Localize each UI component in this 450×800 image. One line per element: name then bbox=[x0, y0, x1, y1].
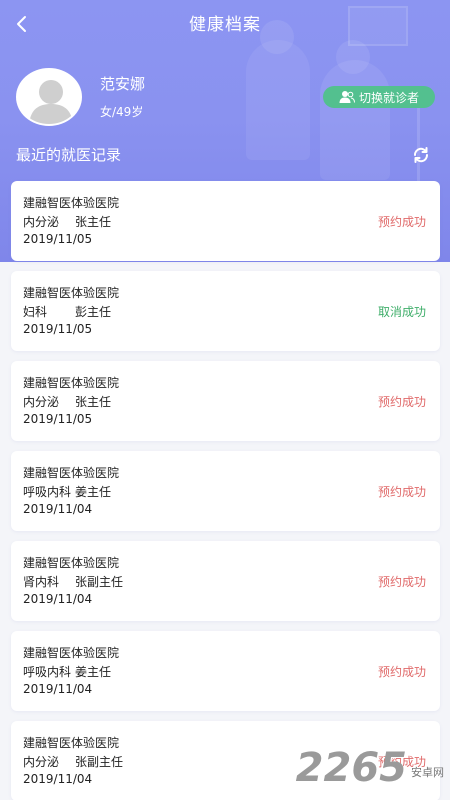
watermark-number: 2265 bbox=[295, 745, 407, 791]
refresh-icon bbox=[413, 147, 429, 163]
visit-date: 2019/11/05 bbox=[23, 412, 93, 426]
hospital-name: 建融智医体验医院 bbox=[23, 556, 120, 570]
visit-date: 2019/11/05 bbox=[23, 232, 93, 246]
department: 内分泌 bbox=[23, 215, 60, 229]
record-card[interactable]: 建融智医体验医院 呼吸内科 姜主任 2019/11/04 预约成功 bbox=[11, 631, 440, 711]
status-label: 预约成功 bbox=[377, 215, 426, 229]
hospital-name: 建融智医体验医院 bbox=[23, 376, 120, 390]
department: 呼吸内科 bbox=[23, 665, 72, 679]
status-label: 取消成功 bbox=[377, 305, 426, 319]
section-title: 最近的就医记录 bbox=[16, 146, 122, 164]
visit-date: 2019/11/04 bbox=[23, 502, 93, 516]
switch-patient-label: 切换就诊者 bbox=[358, 90, 419, 105]
decorative-figure bbox=[246, 40, 310, 160]
doctor-name: 张主任 bbox=[75, 395, 112, 409]
status-label: 预约成功 bbox=[377, 395, 426, 409]
hospital-name: 建融智医体验医院 bbox=[23, 466, 120, 480]
department: 呼吸内科 bbox=[23, 485, 72, 499]
doctor-name: 姜主任 bbox=[75, 485, 112, 499]
record-card[interactable]: 建融智医体验医院 呼吸内科 姜主任 2019/11/04 预约成功 bbox=[11, 451, 440, 531]
visit-date: 2019/11/05 bbox=[23, 322, 93, 336]
record-card[interactable]: 建融智医体验医院 妇科 彭主任 2019/11/05 取消成功 bbox=[11, 271, 440, 351]
hospital-name: 建融智医体验医院 bbox=[23, 646, 120, 660]
department: 内分泌 bbox=[23, 395, 60, 409]
avatar bbox=[16, 68, 82, 126]
department: 肾内科 bbox=[23, 575, 60, 589]
hospital-name: 建融智医体验医院 bbox=[23, 736, 120, 750]
decorative-figure bbox=[320, 60, 390, 180]
doctor-name: 姜主任 bbox=[75, 665, 112, 679]
user-name: 范安娜 bbox=[100, 75, 146, 93]
doctor-name: 张副主任 bbox=[75, 755, 124, 769]
watermark-text: 安卓网 bbox=[411, 766, 444, 779]
visit-date: 2019/11/04 bbox=[23, 592, 93, 606]
doctor-name: 张主任 bbox=[75, 215, 112, 229]
doctor-name: 彭主任 bbox=[75, 305, 112, 319]
visit-date: 2019/11/04 bbox=[23, 772, 93, 786]
hospital-name: 建融智医体验医院 bbox=[23, 286, 120, 300]
status-label: 预约成功 bbox=[377, 665, 426, 679]
doctor-name: 张副主任 bbox=[75, 575, 124, 589]
refresh-button[interactable] bbox=[410, 144, 432, 166]
record-card[interactable]: 建融智医体验医院 内分泌 张主任 2019/11/05 预约成功 bbox=[11, 181, 440, 261]
record-card[interactable]: 建融智医体验医院 内分泌 张主任 2019/11/05 预约成功 bbox=[11, 361, 440, 441]
page-title: 健康档案 bbox=[189, 15, 261, 35]
status-label: 预约成功 bbox=[377, 485, 426, 499]
users-icon bbox=[339, 91, 355, 103]
department: 妇科 bbox=[23, 305, 48, 319]
department: 内分泌 bbox=[23, 755, 60, 769]
watermark: 2265 安卓网 bbox=[296, 748, 444, 788]
records-list: 建融智医体验医院 内分泌 张主任 2019/11/05 预约成功 建融智医体验医… bbox=[11, 181, 440, 800]
user-gender-age: 女/49岁 bbox=[100, 105, 144, 119]
top-bar: 健康档案 bbox=[0, 0, 450, 40]
switch-patient-button[interactable]: 切换就诊者 bbox=[323, 86, 435, 108]
record-card[interactable]: 建融智医体验医院 肾内科 张副主任 2019/11/04 预约成功 bbox=[11, 541, 440, 621]
visit-date: 2019/11/04 bbox=[23, 682, 93, 696]
hospital-name: 建融智医体验医院 bbox=[23, 196, 120, 210]
status-label: 预约成功 bbox=[377, 575, 426, 589]
